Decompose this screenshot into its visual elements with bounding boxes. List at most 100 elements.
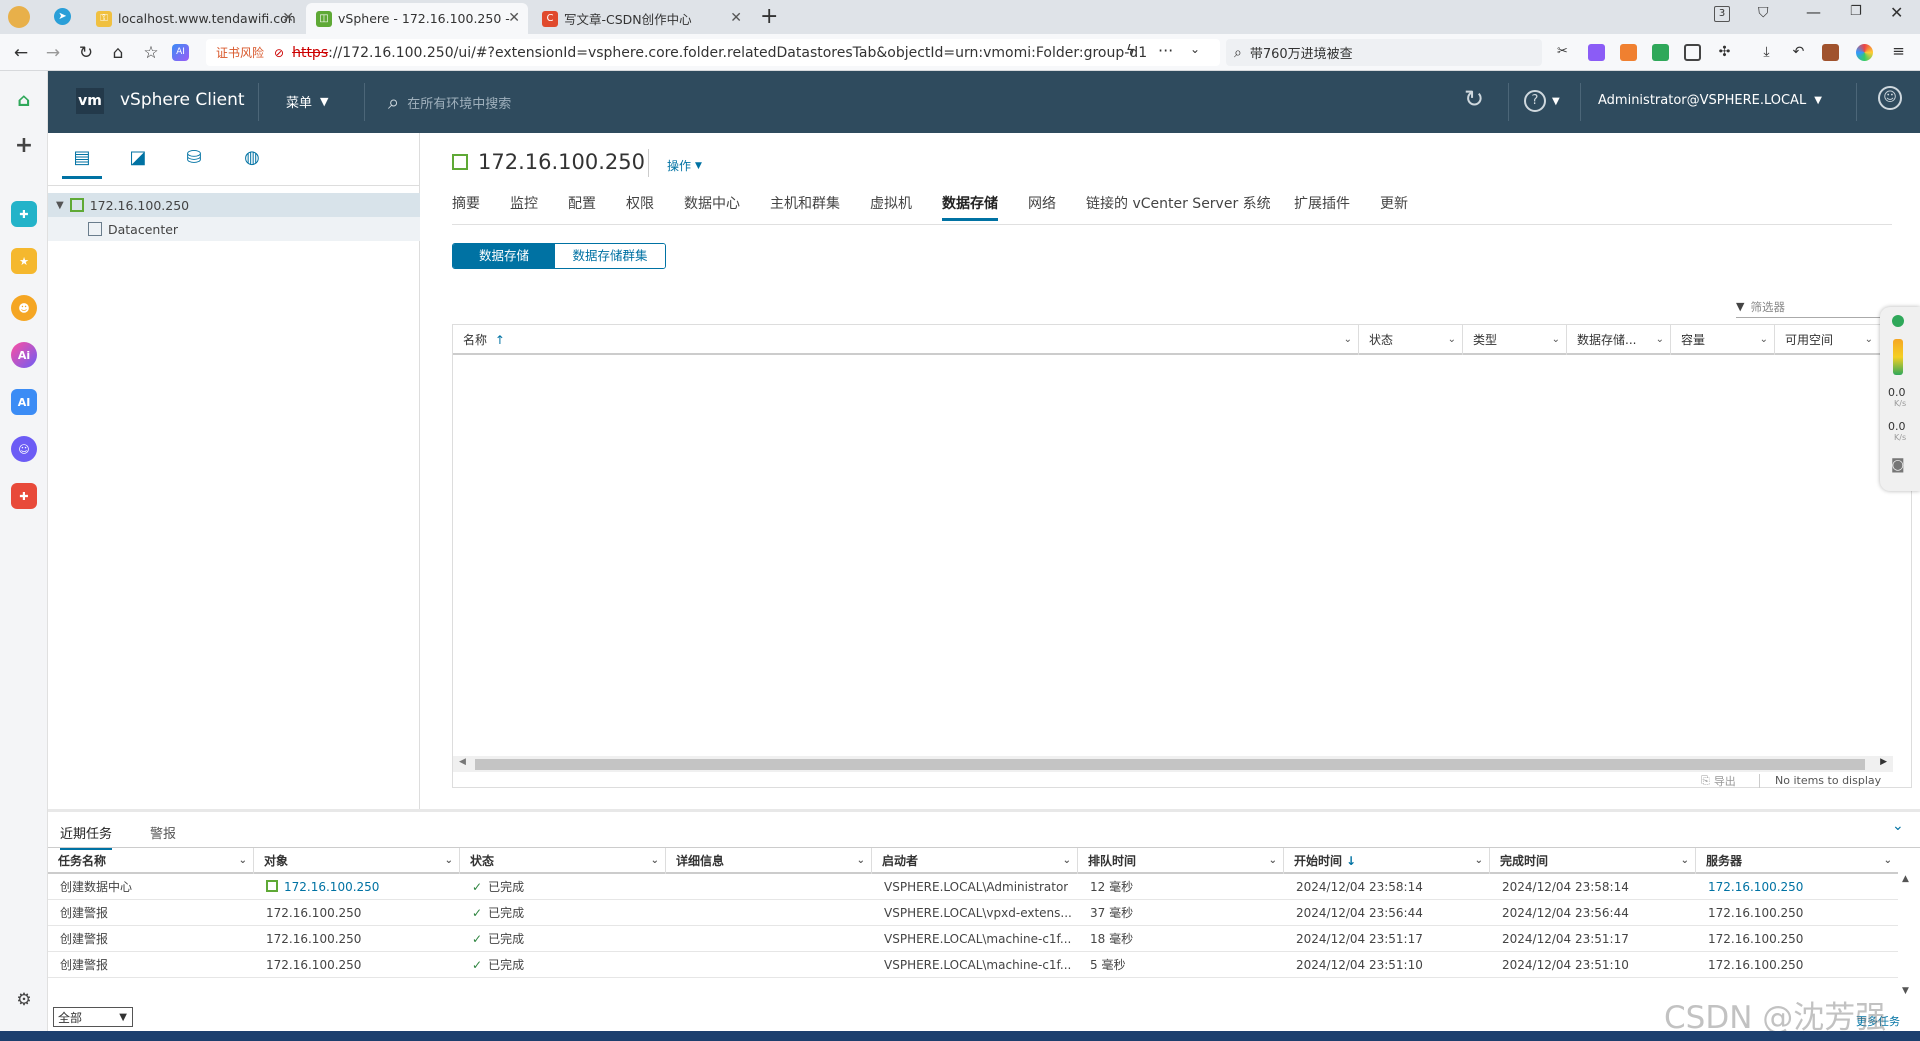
close-tab-icon[interactable]: ✕ — [508, 10, 520, 26]
col-capacity[interactable]: 容量 ⌄ — [1671, 325, 1775, 355]
tree-node-datacenter[interactable]: Datacenter — [48, 217, 420, 241]
close-window-icon[interactable]: ✕ — [1890, 3, 1903, 22]
address-field[interactable]: 证书风险 ⊘ https ://172.16.100.250/ui/#?exte… — [206, 39, 1220, 66]
lightning-icon[interactable]: ϟ — [1126, 43, 1135, 59]
col-queued-for[interactable]: 排队时间 ⌄ — [1078, 848, 1284, 874]
scroll-right-arrow-icon[interactable]: ▶ — [1880, 757, 1887, 767]
sidebar-ai-gradient-icon[interactable]: Ai — [11, 342, 37, 368]
more-dots-icon[interactable]: ··· — [1158, 41, 1173, 60]
sidebar-robot-icon[interactable]: ☻ — [11, 295, 37, 321]
hosts-clusters-tab-icon[interactable]: ▤ — [62, 147, 102, 179]
extension-purple-icon[interactable] — [1588, 44, 1605, 61]
collapse-chevron-icon[interactable]: ▼ — [56, 200, 64, 211]
target-link[interactable]: 172.16.100.250 — [284, 880, 379, 894]
scroll-up-arrow-icon[interactable]: ▲ — [1902, 874, 1909, 884]
ai-assistant-icon[interactable]: AI — [172, 44, 189, 61]
col-completion-time[interactable]: 完成时间 ⌄ — [1490, 848, 1696, 874]
chevron-down-icon[interactable]: ⌄ — [1063, 848, 1071, 874]
chevron-down-icon[interactable]: ⌄ — [651, 848, 659, 874]
tab-monitor[interactable]: 监控 — [510, 193, 538, 213]
task-target[interactable]: 172.16.100.250 — [254, 874, 379, 900]
browser-profile-avatar[interactable] — [8, 6, 30, 28]
toggle-datastores-button[interactable]: 数据存储 — [453, 244, 555, 268]
tab-vms[interactable]: 虚拟机 — [870, 193, 912, 213]
net-speed-widget[interactable]: 0.0 K/s 0.0 K/s ◙ — [1880, 307, 1920, 491]
toggle-datastore-clusters-button[interactable]: 数据存储群集 — [555, 244, 665, 268]
chevron-down-icon[interactable]: ⌄ — [1344, 325, 1352, 355]
scissors-icon[interactable]: ✂ — [1554, 44, 1571, 61]
tab-networks[interactable]: 网络 — [1028, 193, 1056, 213]
tab-datastores[interactable]: 数据存储 — [942, 193, 998, 221]
col-type[interactable]: 类型 ⌄ — [1463, 325, 1567, 355]
table-row[interactable]: 创建警报 172.16.100.250 ✓ 已完成 VSPHERE.LOCAL\v… — [48, 900, 1898, 926]
minimize-window-icon[interactable]: — — [1806, 3, 1821, 21]
col-server[interactable]: 服务器 ⌄ — [1696, 848, 1898, 874]
tab-summary[interactable]: 摘要 — [452, 193, 480, 213]
col-free-space[interactable]: 可用空间 ⌄ — [1775, 325, 1879, 355]
collections-icon[interactable]: ⛉ — [1758, 5, 1769, 21]
task-server-link[interactable]: 172.16.100.250 — [1696, 874, 1803, 900]
storage-tab-icon[interactable]: ⛁ — [174, 147, 214, 179]
browser-search-field[interactable]: ⌕ 带760万进境被查 — [1226, 39, 1542, 66]
browser-logo-icon[interactable] — [1856, 44, 1873, 61]
col-status[interactable]: 状态 ⌄ — [1359, 325, 1463, 355]
main-menu-button[interactable]: 菜单 ▼ — [286, 92, 328, 111]
chevron-down-icon[interactable]: ⌄ — [1760, 325, 1768, 355]
actions-menu-button[interactable]: 操作 ▼ — [667, 157, 702, 174]
chevron-down-icon[interactable]: ⌄ — [1269, 848, 1277, 874]
chevron-down-icon[interactable]: ⌄ — [445, 848, 453, 874]
extension-square-icon[interactable] — [1684, 44, 1701, 61]
tab-linked-vcenter[interactable]: 链接的 vCenter Server 系统 — [1086, 193, 1271, 213]
chevron-down-icon[interactable]: ⌄ — [1884, 848, 1892, 874]
sidebar-ai-blue-icon[interactable]: AI — [11, 389, 37, 415]
tab-alarms[interactable]: 警报 — [150, 823, 176, 842]
col-target[interactable]: 对象 ⌄ — [254, 848, 460, 874]
sidebar-app-teal-icon[interactable]: ✚ — [11, 201, 37, 227]
sidebar-settings-icon[interactable]: ⚙ — [11, 987, 37, 1013]
chevron-down-icon[interactable]: ⌄ — [1656, 325, 1664, 355]
tab-hosts-clusters[interactable]: 主机和群集 — [770, 193, 840, 213]
col-status[interactable]: 状态 ⌄ — [460, 848, 666, 874]
chevron-down-icon[interactable]: ⌄ — [1865, 325, 1873, 355]
extension-orange-icon[interactable] — [1620, 44, 1637, 61]
table-row[interactable]: 创建数据中心 172.16.100.250 ✓ 已完成 VSPHERE.LOCAL… — [48, 874, 1898, 900]
puzzle-icon[interactable]: ✣ — [1716, 44, 1733, 61]
chevron-down-icon[interactable]: ⌄ — [1475, 848, 1483, 874]
user-menu-button[interactable]: Administrator@VSPHERE.LOCAL ▼ — [1598, 93, 1822, 108]
tab-count-badge[interactable]: 3 — [1714, 6, 1730, 22]
browser-tab-csdn[interactable]: C 写文章-CSDN创作中心 ✕ — [532, 3, 750, 34]
vmware-logo[interactable]: vm — [76, 88, 104, 114]
home-icon[interactable]: ⌂ — [107, 42, 129, 64]
download-icon[interactable]: ⤓ — [1758, 44, 1775, 61]
chevron-down-icon[interactable]: ⌄ — [1681, 848, 1689, 874]
undo-icon[interactable]: ↶ — [1790, 44, 1807, 61]
wallet-icon[interactable] — [1822, 44, 1839, 61]
forward-arrow-icon[interactable]: → — [42, 42, 64, 64]
table-row[interactable]: 创建警报 172.16.100.250 ✓ 已完成 VSPHERE.LOCAL\m… — [48, 926, 1898, 952]
chevron-down-icon[interactable]: ⌄ — [857, 848, 865, 874]
chevron-down-icon[interactable]: ⌄ — [1552, 325, 1560, 355]
tree-node-vcenter[interactable]: ▼ 172.16.100.250 — [48, 193, 420, 217]
global-search-input[interactable]: ⌕ 在所有环境中搜索 — [388, 88, 988, 116]
restore-window-icon[interactable]: ❐ — [1850, 4, 1862, 19]
tab-permissions[interactable]: 权限 — [626, 193, 654, 213]
bookmark-star-icon[interactable]: ☆ — [140, 42, 162, 64]
collapse-panel-chevron-icon[interactable]: ⌄ — [1892, 818, 1904, 834]
task-filter-select[interactable]: 全部 ▼ — [53, 1007, 133, 1027]
menu-icon[interactable]: ≡ — [1890, 44, 1907, 61]
sidebar-chat-bot-icon[interactable]: ☺ — [11, 436, 37, 462]
col-initiator[interactable]: 启动者 ⌄ — [872, 848, 1078, 874]
product-title[interactable]: vSphere Client — [120, 90, 245, 110]
tab-configure[interactable]: 配置 — [568, 193, 596, 213]
sidebar-add-icon[interactable]: + — [11, 132, 37, 158]
chevron-down-icon[interactable]: ⌄ — [1448, 325, 1456, 355]
col-details[interactable]: 详细信息 ⌄ — [666, 848, 872, 874]
col-datastore-cluster[interactable]: 数据存储... ⌄ — [1567, 325, 1671, 355]
col-start-time[interactable]: 开始时间 ↓ ⌄ — [1284, 848, 1490, 874]
telegram-icon[interactable]: ➤ — [54, 8, 71, 25]
scroll-down-arrow-icon[interactable]: ▼ — [1902, 986, 1909, 996]
reload-icon[interactable]: ↻ — [75, 42, 97, 64]
scrollbar-thumb[interactable] — [475, 759, 1865, 770]
scroll-left-arrow-icon[interactable]: ◀ — [459, 757, 466, 767]
networking-tab-icon[interactable]: ◍ — [232, 147, 272, 179]
